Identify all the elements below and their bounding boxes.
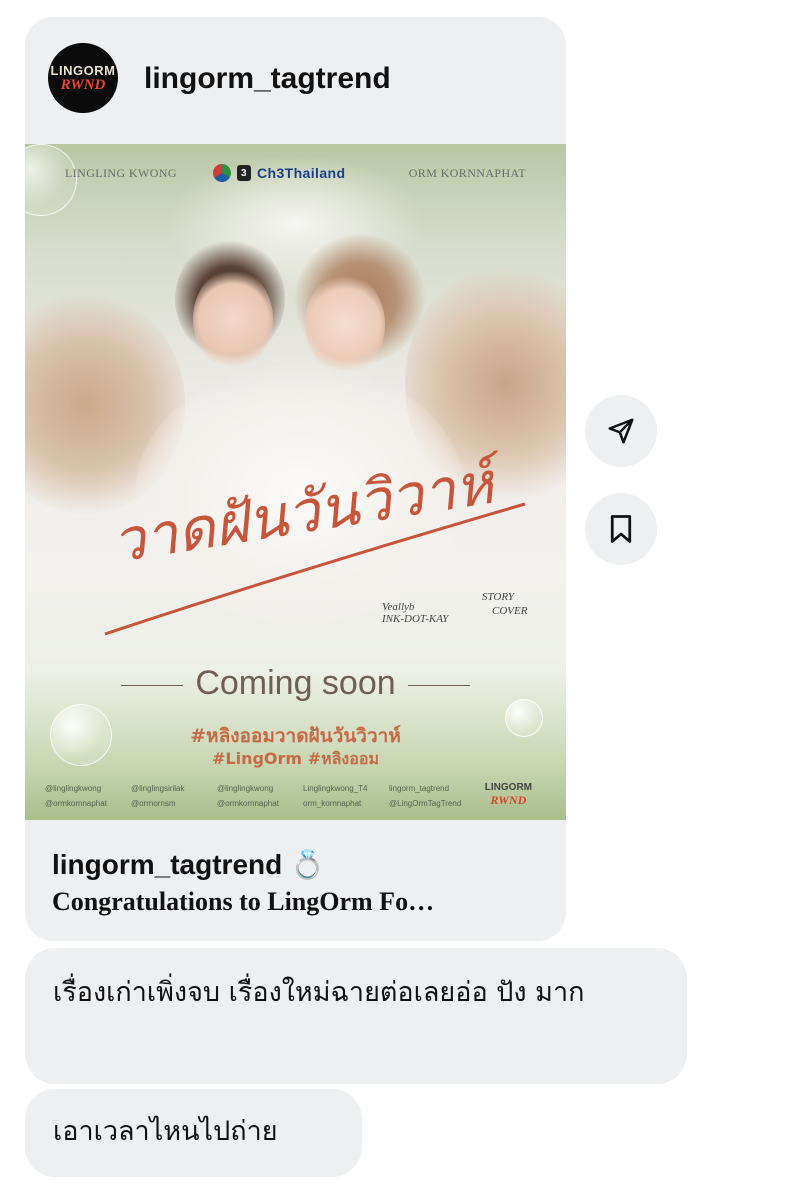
credit-2: INK-DOT-KAY [382,613,449,625]
coming-soon-text: Coming soon [25,664,566,703]
message-text: เรื่องเก่าเพิ่งจบ เรื่องใหม่ฉายต่อเลยอ่อ… [53,977,585,1008]
poster-brand-logo: LINGORM RWND [485,782,532,806]
handle: @linglingkwong [217,784,274,793]
poster-credits: Veallyb INK-DOT-KAY STORY COVER [382,591,527,625]
handle: @orrnornsm [131,799,176,808]
bookmark-icon [610,515,632,543]
handle: @ormkornnaphat [45,799,107,808]
coming-soon-label: Coming soon [195,664,396,702]
message-text: เอาเวลาไหนไปถ่าย [53,1116,278,1147]
share-button[interactable] [585,395,657,467]
credit-4: COVER [492,605,528,617]
handle: @linglingsirilak [131,784,185,793]
handle: orm_kornnaphat [303,799,362,808]
handle: @linglingkwong [45,784,102,793]
message-bubble[interactable]: เรื่องเก่าเพิ่งจบ เรื่องใหม่ฉายต่อเลยอ่อ… [25,948,687,1084]
poster-title-text: วาดฝันวันวิวาห์ [107,447,508,576]
handle: lingorm_tagtrend [389,784,450,793]
social-handles: @linglingkwong @linglingsirilak @linglin… [45,784,475,808]
caption-username[interactable]: lingorm_tagtrend 💍 [52,848,325,881]
caption-text[interactable]: Congratulations to LingOrm Fo… [52,887,552,917]
handle: @ormkornnaphat [217,799,279,808]
poster-title-script: วาดฝันวันวิวาห์ [104,447,526,636]
avatar-text-bottom: RWND [60,76,106,93]
poster-brand-bottom: RWND [490,793,527,807]
post-image[interactable]: LINGLING KWONG 3 Ch3Thailand ORM KORNNAP… [25,144,566,820]
credit-3: STORY [482,591,515,603]
handle: @LingOrmTagTrend [389,799,462,808]
post-username[interactable]: lingorm_tagtrend [144,62,391,96]
credit-1: Veallyb [382,601,415,613]
save-button[interactable] [585,493,657,565]
avatar-text-top: LINGORM [50,62,116,78]
shared-post-card[interactable]: LINGORM RWND lingorm_tagtrend LINGLING K… [25,17,566,941]
hashtag-sub: #LingOrm #หลิงออม [212,749,379,768]
divider [121,684,184,686]
post-header[interactable]: LINGORM RWND lingorm_tagtrend [25,17,566,145]
divider [407,684,470,686]
send-icon [608,418,634,444]
message-bubble[interactable]: เอาเวลาไหนไปถ่าย [25,1089,362,1177]
avatar[interactable]: LINGORM RWND [48,43,118,113]
handle: Linglingkwong_T4 [303,784,368,793]
